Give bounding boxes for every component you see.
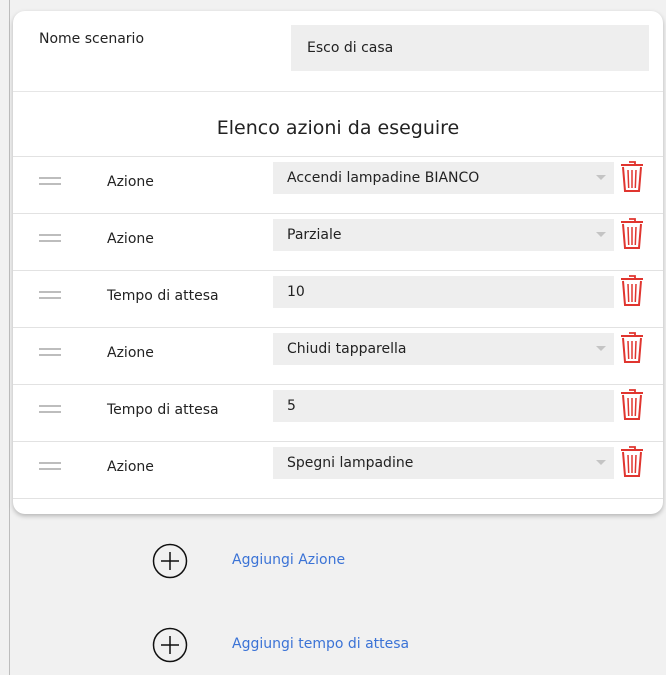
add-action-label[interactable]: Aggiungi Azione <box>232 552 345 568</box>
trash-icon[interactable] <box>620 387 644 421</box>
wait-time-value: 10 <box>287 284 305 300</box>
drag-handle-icon[interactable] <box>39 291 61 301</box>
chevron-down-icon <box>596 175 606 180</box>
action-select-value: Spegni lampadine <box>287 455 414 471</box>
action-select-value: Accendi lampadine BIANCO <box>287 170 480 186</box>
plus-circle-icon[interactable] <box>152 543 188 579</box>
action-row: Azione Spegni lampadine <box>13 441 663 498</box>
add-action-button[interactable]: Aggiungi Azione <box>0 543 666 583</box>
list-end-divider <box>13 498 663 499</box>
action-select[interactable]: Accendi lampadine BIANCO <box>273 162 614 194</box>
scenario-name-row: Nome scenario Esco di casa <box>13 11 663 91</box>
action-row: Azione Chiudi tapparella <box>13 327 663 384</box>
plus-circle-icon[interactable] <box>152 627 188 663</box>
drag-handle-icon[interactable] <box>39 462 61 472</box>
drag-handle-icon[interactable] <box>39 177 61 187</box>
trash-icon[interactable] <box>620 159 644 193</box>
wait-row: Tempo di attesa 10 <box>13 270 663 327</box>
trash-icon[interactable] <box>620 330 644 364</box>
drag-handle-icon[interactable] <box>39 405 61 415</box>
scenario-card: Nome scenario Esco di casa Elenco azioni… <box>13 11 663 514</box>
action-select[interactable]: Parziale <box>273 219 614 251</box>
add-wait-button[interactable]: Aggiungi tempo di attesa <box>0 627 666 667</box>
wait-row: Tempo di attesa 5 <box>13 384 663 441</box>
action-select[interactable]: Chiudi tapparella <box>273 333 614 365</box>
action-select-value: Chiudi tapparella <box>287 341 407 357</box>
action-select[interactable]: Spegni lampadine <box>273 447 614 479</box>
wait-time-value: 5 <box>287 398 296 414</box>
drag-handle-icon[interactable] <box>39 234 61 244</box>
scenario-name-label: Nome scenario <box>39 31 145 47</box>
divider <box>13 91 663 92</box>
trash-icon[interactable] <box>620 273 644 307</box>
row-label: Azione <box>107 231 154 247</box>
row-label: Tempo di attesa <box>107 288 219 304</box>
wait-time-input[interactable]: 5 <box>273 390 614 422</box>
scenario-name-input[interactable]: Esco di casa <box>291 25 649 71</box>
row-label: Azione <box>107 459 154 475</box>
action-select-value: Parziale <box>287 227 342 243</box>
trash-icon[interactable] <box>620 444 644 478</box>
row-label: Azione <box>107 174 154 190</box>
chevron-down-icon <box>596 460 606 465</box>
drag-handle-icon[interactable] <box>39 348 61 358</box>
trash-icon[interactable] <box>620 216 644 250</box>
wait-time-input[interactable]: 10 <box>273 276 614 308</box>
chevron-down-icon <box>596 346 606 351</box>
chevron-down-icon <box>596 232 606 237</box>
action-row: Azione Accendi lampadine BIANCO <box>13 156 663 213</box>
actions-list-title: Elenco azioni da eseguire <box>216 117 460 139</box>
add-wait-label[interactable]: Aggiungi tempo di attesa <box>232 636 409 652</box>
row-label: Azione <box>107 345 154 361</box>
action-row: Azione Parziale <box>13 213 663 270</box>
row-label: Tempo di attesa <box>107 402 219 418</box>
